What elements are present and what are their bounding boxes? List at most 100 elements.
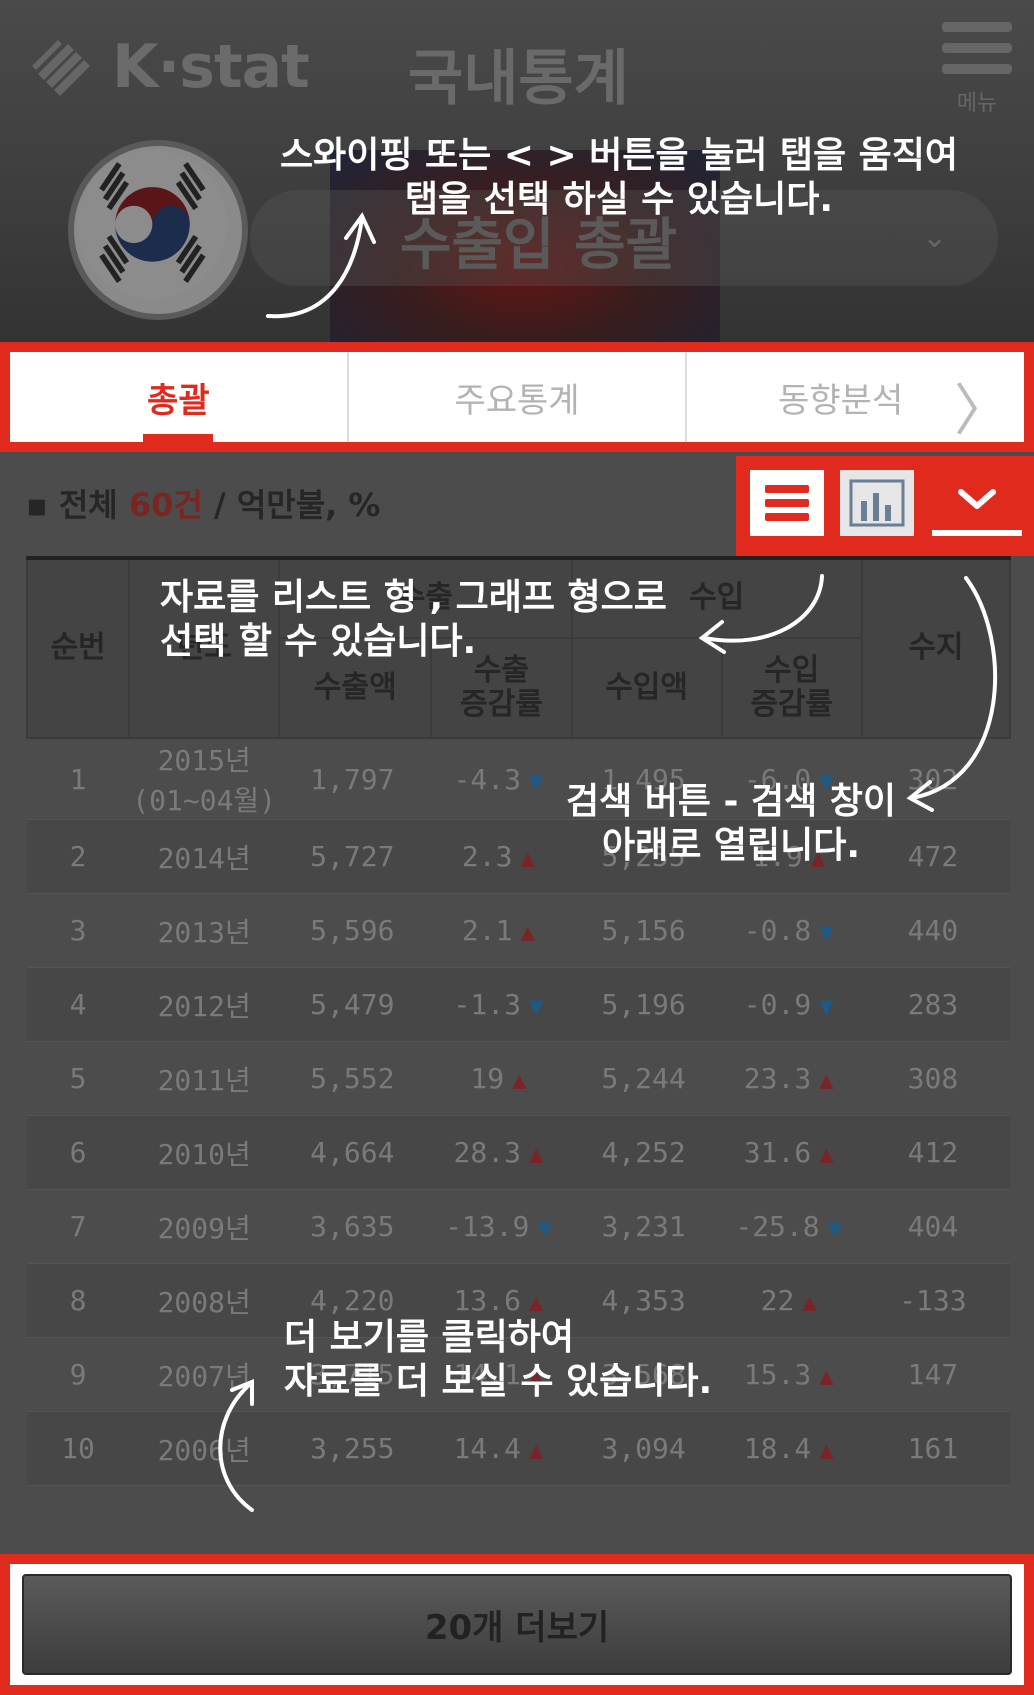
summary-unit: / 억만불, %: [202, 486, 381, 524]
cell-export-amount: 5,727: [279, 819, 432, 894]
cell-export-rate: 28.3 ▲: [431, 1115, 572, 1190]
triangle-up-icon: ▲: [528, 1140, 544, 1168]
cell-year: 2013년: [129, 893, 280, 968]
cell-no: 6: [27, 1115, 130, 1190]
cell-import-amount: 5,156: [571, 893, 722, 968]
cell-import-rate: 15.3 ▲: [721, 1337, 862, 1412]
graph-view-button[interactable]: [840, 470, 914, 536]
kstat-logo-mark-icon: [32, 40, 90, 96]
cell-import-rate: -25.8 ▼: [721, 1189, 862, 1264]
result-summary: ▪ 전체 60건 / 억만불, %: [26, 480, 381, 526]
table-row: 6 2010년 4,664 28.3 ▲ 4,252 31.6 ▲ 412: [27, 1115, 1010, 1190]
view-toggle-group: [736, 456, 1034, 556]
cell-year: 2012년: [129, 967, 280, 1042]
annotation-more: 더 보기를 클릭하여 자료를 더 보실 수 있습니다.: [284, 1317, 713, 1402]
cell-balance: 440: [861, 893, 1010, 968]
triangle-up-icon: ▲: [520, 844, 535, 872]
triangle-down-icon: ▼: [827, 1214, 843, 1242]
cell-export-amount: 5,552: [279, 1041, 432, 1116]
cell-import-amount: 3,231: [571, 1189, 722, 1264]
cell-year: 2010년: [129, 1115, 280, 1190]
cell-import-rate: -0.9 ▼: [721, 967, 862, 1042]
cell-import-rate: -0.8 ▼: [721, 893, 862, 968]
cell-export-rate: -13.9 ▼: [431, 1189, 572, 1264]
triangle-up-icon: ▲: [512, 1066, 527, 1094]
cell-import-amount: 5,244: [571, 1041, 722, 1116]
logo-text: K·stat: [112, 32, 310, 102]
cell-year: 2006년: [129, 1411, 280, 1486]
header-no: 순번: [25, 556, 131, 739]
cell-no: 10: [27, 1411, 130, 1486]
cell-import-rate: 31.6 ▲: [721, 1115, 862, 1190]
bar-chart-icon: [849, 479, 905, 527]
cell-no: 8: [27, 1263, 130, 1338]
chevron-down-icon: [958, 489, 996, 509]
cell-balance: 308: [861, 1041, 1010, 1116]
table-row: 7 2009년 3,635 -13.9 ▼ 3,231 -25.8 ▼ 404: [27, 1189, 1010, 1264]
search-toggle-button[interactable]: [932, 470, 1022, 536]
cell-year: 2015년 (01~04월): [129, 738, 280, 820]
tab-main-stats[interactable]: 주요통계: [349, 352, 688, 442]
cell-import-rate: 23.3 ▲: [721, 1041, 862, 1116]
cell-export-rate: -1.3 ▼: [431, 967, 572, 1042]
chevron-down-icon: ⌄: [922, 220, 948, 255]
cell-no: 4: [27, 967, 130, 1042]
cell-export-rate: 2.1 ▲: [431, 893, 572, 968]
tab-summary[interactable]: 총괄: [10, 352, 349, 442]
table-row: 4 2012년 5,479 -1.3 ▼ 5,196 -0.9 ▼ 283: [27, 967, 1010, 1042]
table-row: 3 2013년 5,596 2.1 ▲ 5,156 -0.8 ▼ 440: [27, 893, 1010, 968]
cell-no: 3: [27, 893, 130, 968]
triangle-down-icon: ▼: [528, 992, 544, 1020]
cell-year: 2008년: [129, 1263, 280, 1338]
triangle-up-icon: ▲: [802, 1288, 817, 1316]
hamburger-icon-bar: [942, 64, 1012, 74]
cell-import-rate: 22 ▲: [721, 1263, 862, 1338]
triangle-up-icon: ▲: [819, 1362, 834, 1390]
cell-year: 2007년: [129, 1337, 280, 1412]
cell-export-amount: 1,797: [279, 738, 432, 820]
menu-button[interactable]: 메뉴: [942, 22, 1012, 117]
header-balance: 수지: [860, 556, 1012, 739]
annotation-search: 검색 버튼 - 검색 창이 아래로 열립니다.: [566, 781, 897, 866]
annotation-list-graph: 자료를 리스트 형 , 그래프 형으로 선택 할 수 있습니다.: [160, 577, 667, 662]
cell-export-rate: 19 ▲: [431, 1041, 572, 1116]
triangle-up-icon: ▲: [520, 918, 535, 946]
triangle-down-icon: ▼: [537, 1214, 552, 1242]
cell-balance: 412: [861, 1115, 1010, 1190]
cell-balance: 404: [861, 1189, 1010, 1264]
tab-trend-analysis[interactable]: 동향분석 〉: [687, 352, 1024, 444]
cell-export-amount: 3,635: [279, 1189, 432, 1264]
cell-no: 7: [27, 1189, 130, 1264]
cell-import-rate: 18.4 ▲: [721, 1411, 862, 1486]
cell-year: 2014년: [129, 819, 280, 894]
load-more-button[interactable]: 20개 더보기: [22, 1574, 1012, 1675]
cell-export-amount: 3,255: [279, 1411, 432, 1486]
summary-count: 60건: [128, 486, 203, 524]
triangle-up-icon: ▲: [819, 1066, 834, 1094]
menu-label: 메뉴: [956, 91, 998, 116]
triangle-up-icon: ▲: [819, 1436, 834, 1464]
triangle-down-icon: ▼: [819, 992, 834, 1020]
cell-export-amount: 5,596: [279, 893, 432, 968]
list-view-button[interactable]: [750, 470, 824, 536]
table-row: 10 2006년 3,255 14.4 ▲ 3,094 18.4 ▲ 161: [27, 1411, 1010, 1486]
annotation-swipe: 스와이핑 또는 < > 버튼을 눌러 탭을 움직여 탭을 선택 하실 수 있습니…: [280, 135, 958, 220]
cell-balance: 283: [861, 967, 1010, 1042]
tab-trend-analysis-label: 동향분석: [778, 380, 904, 421]
triangle-up-icon: ▲: [819, 1140, 834, 1168]
cell-no: 5: [27, 1041, 130, 1116]
korea-flag-icon: [68, 140, 248, 320]
cell-export-rate: 2.3 ▲: [431, 819, 572, 894]
cell-import-amount: 3,094: [571, 1411, 722, 1486]
tab-bar: 총괄 주요통계 동향분석 〉: [0, 342, 1034, 452]
cell-export-rate: -4.3 ▼: [431, 738, 572, 820]
cell-export-amount: 5,479: [279, 967, 432, 1042]
kstat-logo[interactable]: K·stat: [28, 30, 310, 104]
cell-no: 9: [27, 1337, 130, 1412]
triangle-up-icon: ▲: [528, 1288, 544, 1316]
page-title: 국내통계: [408, 44, 629, 114]
chevron-right-icon[interactable]: 〉: [954, 366, 1010, 447]
cell-balance: 147: [861, 1337, 1010, 1412]
cell-year: 2011년: [129, 1041, 280, 1116]
hamburger-icon-bar: [942, 43, 1012, 53]
